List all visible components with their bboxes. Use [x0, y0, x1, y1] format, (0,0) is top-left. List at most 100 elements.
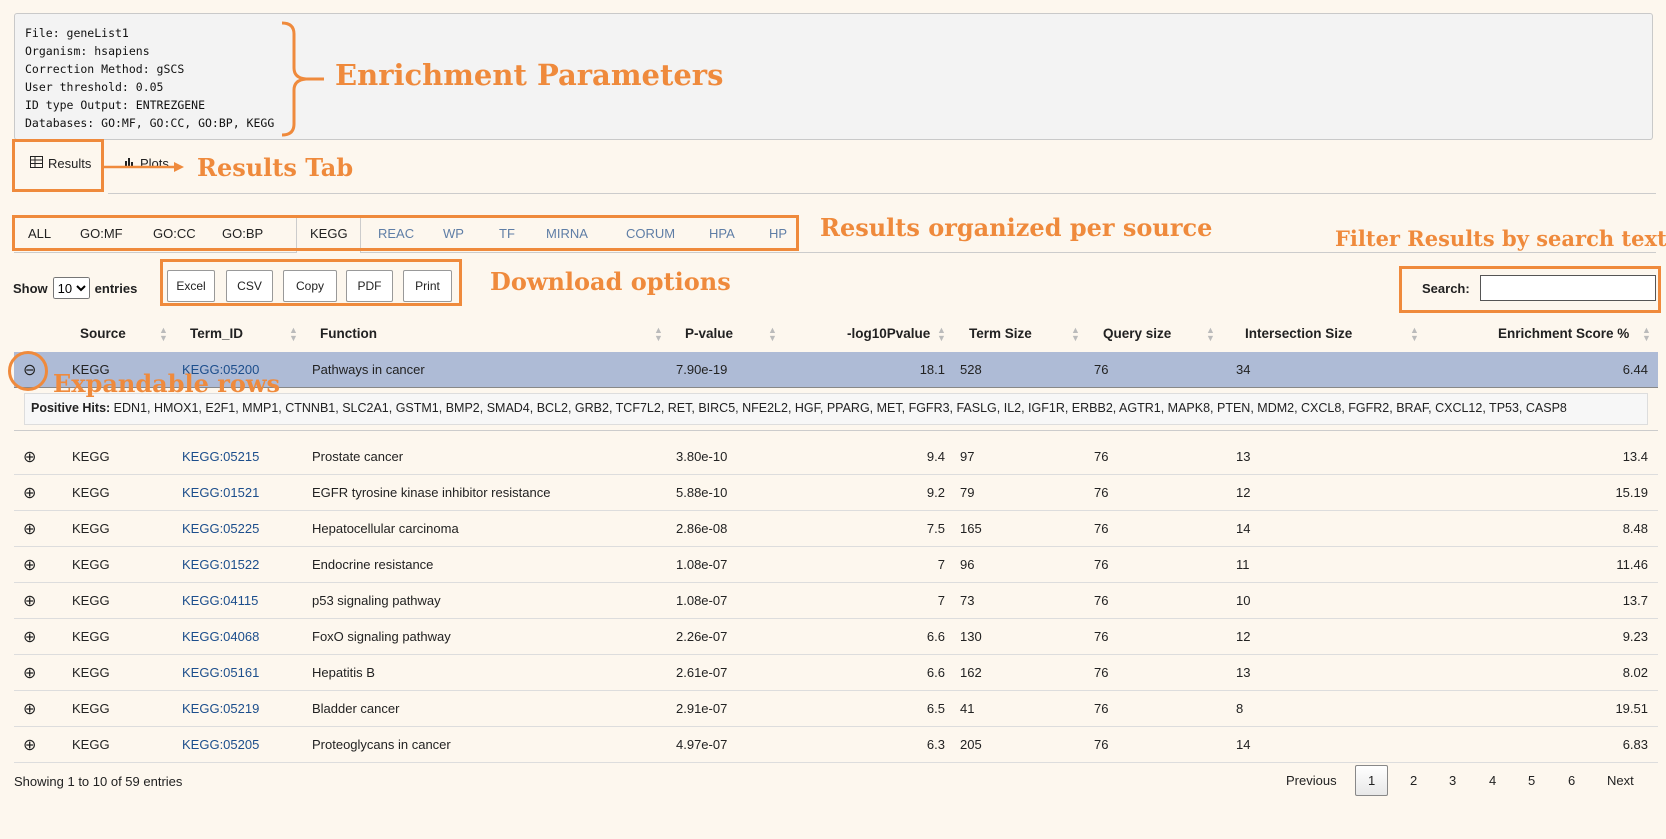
pagination-next[interactable]: Next — [1607, 773, 1634, 788]
table-header: Source ▲ ▼ Term_ID ▲ ▼ Function ▲ ▼ P-value… — [14, 316, 1658, 354]
cell-source: KEGG — [72, 593, 110, 608]
column-header-term-size[interactable]: Term Size — [969, 326, 1032, 341]
table-row[interactable]: ⊕ KEGG KEGG:05215 Prostate cancer 3.80e-10 9.… — [14, 439, 1658, 475]
pagination-previous[interactable]: Previous — [1286, 773, 1337, 788]
param-organism: Organism: hsapiens — [25, 44, 150, 58]
cell-pvalue: 7.90e-19 — [676, 362, 728, 377]
table-row[interactable]: ⊕ KEGG KEGG:05161 Hepatitis B 2.61e-07 6.6 162… — [14, 655, 1658, 691]
cell-log10pvalue: 9.4 — [926, 449, 945, 464]
cell-term-id[interactable]: KEGG:04115 — [182, 593, 258, 608]
cell-term-id[interactable]: KEGG:05205 — [182, 737, 259, 752]
table-row[interactable]: ⊕ KEGG KEGG:05219 Bladder cancer 2.91e-07 6.5… — [14, 691, 1658, 727]
pagination-page-5[interactable]: 5 — [1528, 773, 1535, 788]
sort-arrows-icon: ▲ ▼ — [1642, 325, 1651, 343]
cell-query-size: 76 — [1094, 521, 1109, 536]
sort-arrows-icon: ▲ ▼ — [654, 325, 663, 343]
table-row[interactable]: ⊕ KEGG KEGG:05205 Proteoglycans in cancer 4.… — [14, 727, 1658, 763]
cell-log10pvalue: 7 — [937, 557, 945, 572]
column-header-source[interactable]: Source — [80, 326, 126, 341]
table-row[interactable]: ⊕ KEGG KEGG:01522 Endocrine resistance 1.08e… — [14, 547, 1658, 583]
cell-query-size: 76 — [1094, 362, 1109, 377]
cell-query-size: 76 — [1094, 665, 1109, 680]
column-header-function[interactable]: Function — [320, 326, 377, 341]
cell-term-id[interactable]: KEGG:01522 — [182, 557, 259, 572]
cell-query-size: 76 — [1094, 485, 1109, 500]
column-header-enrichment-score[interactable]: Enrichment Score % — [1498, 326, 1629, 341]
cell-term-id[interactable]: KEGG:04068 — [182, 629, 259, 644]
table-row[interactable]: ⊕ KEGG KEGG:05225 Hepatocellular carcinoma 2… — [14, 511, 1658, 547]
cell-term-size: 205 — [960, 737, 982, 752]
expand-row-icon[interactable]: ⊕ — [23, 555, 36, 575]
expand-row-icon[interactable]: ⊕ — [23, 591, 36, 611]
pagination-page-6[interactable]: 6 — [1568, 773, 1575, 788]
pagination-page-2[interactable]: 2 — [1410, 773, 1417, 788]
cell-intersection-size: 14 — [1236, 521, 1251, 536]
cell-pvalue: 2.26e-07 — [676, 629, 728, 644]
expand-row-icon[interactable]: ⊕ — [23, 447, 36, 467]
cell-function: FoxO signaling pathway — [312, 629, 451, 644]
sort-arrows-icon: ▲ ▼ — [1206, 325, 1215, 343]
sort-arrows-icon: ▲ ▼ — [289, 325, 298, 343]
source-tabs-divider — [14, 252, 1656, 253]
column-header-term-id[interactable]: Term_ID — [190, 326, 243, 341]
cell-pvalue: 1.08e-07 — [676, 593, 728, 608]
pagination-page-1[interactable]: 1 — [1355, 765, 1389, 796]
cell-function: p53 signaling pathway — [312, 593, 441, 608]
table-row[interactable]: ⊕ KEGG KEGG:01521 EGFR tyrosine kinase inhi… — [14, 475, 1658, 511]
expand-row-icon[interactable]: ⊕ — [23, 699, 36, 719]
cell-enrichment-score: 13.4 — [1622, 449, 1648, 464]
cell-term-id[interactable]: KEGG:05225 — [182, 521, 259, 536]
pagination-page-4[interactable]: 4 — [1489, 773, 1496, 788]
entries-per-page-select[interactable]: 10 — [52, 277, 90, 299]
table-row[interactable]: ⊕ KEGG KEGG:04068 FoxO signaling pathway 2.2… — [14, 619, 1658, 655]
table-row[interactable]: ⊕ KEGG KEGG:04115 p53 signaling pathway 1.08… — [14, 583, 1658, 619]
cell-pvalue: 4.97e-07 — [676, 737, 728, 752]
param-threshold: User threshold: 0.05 — [25, 80, 164, 94]
annotation-filter: Filter Results by search text — [1335, 226, 1666, 251]
expand-row-icon[interactable]: ⊕ — [23, 519, 36, 539]
cell-enrichment-score: 6.44 — [1622, 362, 1648, 377]
positive-hits-label: Positive Hits: — [31, 401, 111, 415]
cell-source: KEGG — [72, 737, 110, 752]
pagination-page-3[interactable]: 3 — [1449, 773, 1456, 788]
sort-arrows-icon: ▲ ▼ — [159, 325, 168, 343]
cell-intersection-size: 34 — [1236, 362, 1251, 377]
annotation-per-source: Results organized per source — [820, 213, 1213, 242]
cell-intersection-size: 13 — [1236, 665, 1251, 680]
cell-term-id[interactable]: KEGG:05161 — [182, 665, 259, 680]
expand-row-icon[interactable]: ⊕ — [23, 627, 36, 647]
column-header-query-size[interactable]: Query size — [1103, 326, 1171, 341]
cell-intersection-size: 12 — [1236, 485, 1251, 500]
cell-term-id[interactable]: KEGG:01521 — [182, 485, 259, 500]
cell-function: Hepatitis B — [312, 665, 375, 680]
expand-row-icon[interactable]: ⊕ — [23, 663, 36, 683]
column-header-intersection-size[interactable]: Intersection Size — [1245, 326, 1352, 341]
cell-term-id[interactable]: KEGG:05219 — [182, 701, 259, 716]
column-header-pvalue[interactable]: P-value — [685, 326, 733, 341]
cell-term-id[interactable]: KEGG:05215 — [182, 449, 259, 464]
table-info: Showing 1 to 10 of 59 entries — [14, 774, 183, 789]
cell-function: Prostate cancer — [312, 449, 404, 464]
cell-function: Pathways in cancer — [312, 362, 425, 377]
cell-term-size: 97 — [960, 449, 975, 464]
highlight-box-results-tab — [12, 139, 104, 192]
highlight-box-download — [160, 259, 462, 306]
column-header-log10pvalue[interactable]: -log10Pvalue — [847, 326, 930, 341]
cell-enrichment-score: 15.19 — [1615, 485, 1648, 500]
sort-arrows-icon: ▲ ▼ — [1071, 325, 1080, 343]
expand-row-icon[interactable]: ⊕ — [23, 483, 36, 503]
annotation-expandable-rows: Expandable rows — [53, 369, 281, 398]
cell-query-size: 76 — [1094, 449, 1109, 464]
cell-enrichment-score: 13.7 — [1622, 593, 1648, 608]
cell-source: KEGG — [72, 701, 110, 716]
expand-row-icon[interactable]: ⊕ — [23, 735, 36, 755]
cell-source: KEGG — [72, 485, 110, 500]
cell-enrichment-score: 6.83 — [1622, 737, 1648, 752]
cell-pvalue: 2.61e-07 — [676, 665, 728, 680]
cell-log10pvalue: 6.6 — [926, 629, 945, 644]
cell-enrichment-score: 9.23 — [1622, 629, 1648, 644]
tabs-divider — [108, 193, 1656, 194]
cell-term-size: 96 — [960, 557, 975, 572]
cell-function: Proteoglycans in cancer — [312, 737, 451, 752]
cell-term-size: 41 — [960, 701, 975, 716]
